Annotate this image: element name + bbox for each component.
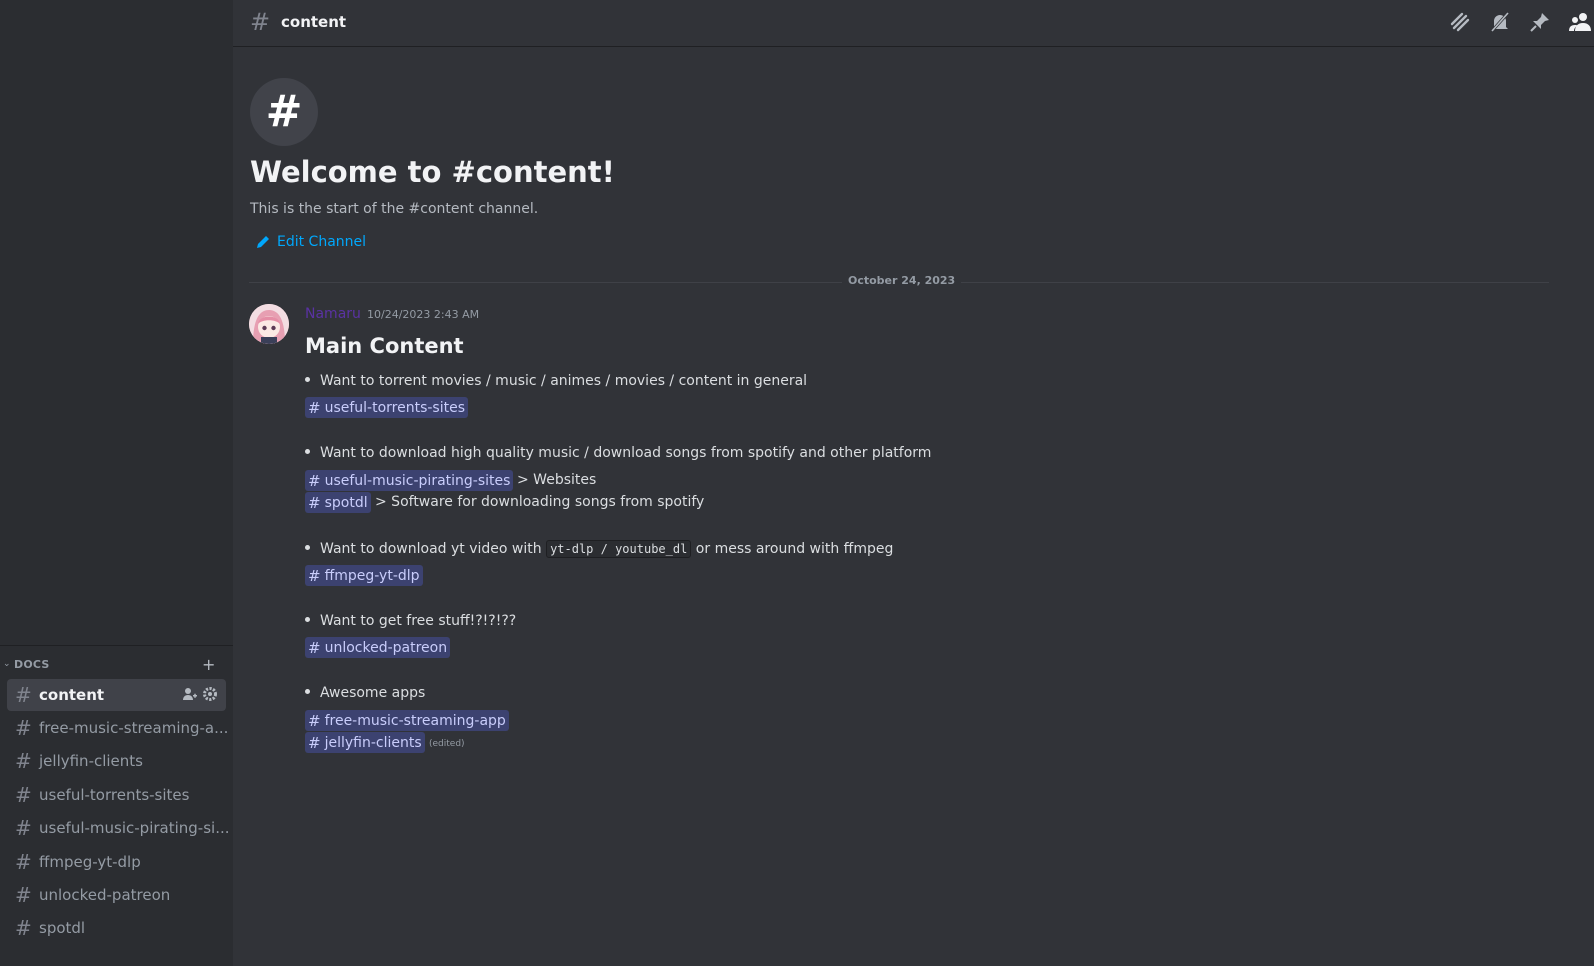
- list-item: Want to torrent movies / music / animes …: [305, 373, 807, 389]
- edit-channel-label: Edit Channel: [277, 234, 367, 250]
- pencil-icon: [255, 234, 271, 250]
- hash-icon: #: [308, 566, 321, 585]
- hash-icon: #: [15, 850, 32, 874]
- sidebar-empty-area: [0, 0, 233, 645]
- category-docs[interactable]: ⌄ DOCS +: [0, 656, 233, 676]
- list-item: Want to download yt video with yt-dlp / …: [305, 540, 893, 558]
- hash-icon: #: [15, 716, 32, 740]
- sidebar-divider: [0, 645, 233, 646]
- sidebar-channel-label: spotdl: [39, 919, 86, 937]
- hash-icon: #: [15, 883, 32, 907]
- hash-icon: #: [308, 493, 321, 512]
- channel-header: # content: [233, 0, 1594, 47]
- message-area: # Welcome to #content! This is the start…: [233, 48, 1594, 966]
- mention-label: useful-torrents-sites: [324, 399, 466, 416]
- sidebar-channel-label: useful-torrents-sites: [39, 786, 190, 804]
- welcome-title: Welcome to #content!: [250, 155, 615, 189]
- list-item-text: Awesome apps: [320, 685, 426, 701]
- edited-label: (edited): [429, 739, 465, 749]
- channel-mention-useful-music-pirating-sites[interactable]: # useful-music-pirating-sites: [305, 470, 514, 491]
- sidebar-channel-useful-torrents-sites[interactable]: # useful-torrents-sites: [7, 779, 226, 811]
- sidebar-channel-useful-music-pirating[interactable]: # useful-music-pirating-si...: [7, 812, 230, 844]
- list-item-text: Want to download yt video with: [320, 541, 542, 557]
- threads-icon[interactable]: [1448, 10, 1472, 34]
- list-item-text: Want to get free stuff!?!?!??: [320, 613, 517, 629]
- list-item-text: or mess around with ffmpeg: [695, 541, 894, 557]
- app-window: ⌄ DOCS + # content # free-music-streamin…: [0, 0, 1594, 966]
- mention-label: free-music-streaming-app: [324, 712, 506, 729]
- hash-icon: #: [308, 733, 321, 752]
- hash-icon: #: [308, 471, 321, 490]
- message-heading: Main Content: [305, 334, 464, 358]
- hash-icon: #: [15, 816, 32, 840]
- category-label: DOCS: [14, 658, 50, 671]
- welcome-subtitle: This is the start of the #content channe…: [250, 201, 539, 217]
- sidebar-channel-ffmpeg-yt-dlp[interactable]: # ffmpeg-yt-dlp: [7, 846, 226, 878]
- inline-code: yt-dlp / youtube_dl: [546, 540, 692, 558]
- mention-label: ffmpeg-yt-dlp: [324, 567, 420, 584]
- channel-mention-useful-torrents-sites[interactable]: # useful-torrents-sites: [305, 397, 469, 418]
- chevron-down-icon: ⌄: [3, 659, 11, 669]
- mention-description: > Websites: [517, 472, 597, 488]
- sidebar-channel-label: jellyfin-clients: [39, 752, 143, 770]
- add-channel-icon[interactable]: +: [202, 656, 215, 674]
- sidebar-channel-free-music-streaming[interactable]: # free-music-streaming-a...: [7, 712, 229, 744]
- hash-icon: #: [308, 398, 321, 417]
- list-item-text: Want to torrent movies / music / animes …: [320, 373, 808, 389]
- sidebar-channel-label: useful-music-pirating-si...: [39, 819, 230, 837]
- sidebar-channel-label: ffmpeg-yt-dlp: [39, 853, 141, 871]
- hash-icon: #: [15, 916, 32, 940]
- sidebar-channel-label: unlocked-patreon: [39, 886, 171, 904]
- mention-label: jellyfin-clients: [324, 734, 422, 751]
- list-item: Want to download high quality music / do…: [305, 445, 931, 461]
- date-divider-label: October 24, 2023: [842, 274, 962, 287]
- hash-icon: #: [308, 638, 321, 657]
- list-item: Want to get free stuff!?!?!??: [305, 613, 516, 629]
- sidebar-channel-content[interactable]: # content: [7, 679, 226, 711]
- hash-icon: #: [250, 8, 271, 36]
- hash-icon: #: [15, 683, 32, 707]
- avatar[interactable]: [249, 304, 289, 344]
- mention-label: unlocked-patreon: [324, 639, 448, 656]
- channel-mention-spotdl[interactable]: # spotdl: [305, 492, 371, 513]
- pin-icon[interactable]: [1528, 10, 1552, 34]
- member-list-icon[interactable]: [1568, 10, 1592, 34]
- hash-icon: #: [15, 749, 32, 773]
- sidebar-channel-jellyfin-clients[interactable]: # jellyfin-clients: [7, 745, 226, 777]
- message-author[interactable]: Namaru: [305, 306, 361, 322]
- mention-description: > Software for downloading songs from sp…: [375, 494, 705, 510]
- hash-icon: #: [308, 711, 321, 730]
- sidebar-channel-unlocked-patreon[interactable]: # unlocked-patreon: [7, 879, 226, 911]
- channel-title: content: [281, 13, 347, 31]
- channel-mention-ffmpeg-yt-dlp[interactable]: # ffmpeg-yt-dlp: [305, 565, 423, 586]
- sidebar-channel-label: free-music-streaming-a...: [39, 719, 229, 737]
- list-item: Awesome apps: [305, 685, 425, 701]
- sidebar-channel-spotdl[interactable]: # spotdl: [7, 912, 226, 944]
- channel-hash-icon: #: [250, 78, 318, 146]
- channel-sidebar: ⌄ DOCS + # content # free-music-streamin…: [0, 0, 233, 966]
- message-timestamp: 10/24/2023 2:43 AM: [367, 308, 480, 321]
- channel-mention-unlocked-patreon[interactable]: # unlocked-patreon: [305, 637, 451, 658]
- notification-muted-icon[interactable]: [1488, 10, 1512, 34]
- mention-label: useful-music-pirating-sites: [324, 472, 511, 489]
- channel-mention-free-music-streaming-app[interactable]: # free-music-streaming-app: [305, 710, 509, 731]
- list-item-text: Want to download high quality music / do…: [320, 445, 932, 461]
- channel-mention-jellyfin-clients[interactable]: # jellyfin-clients: [305, 732, 425, 753]
- gear-icon[interactable]: [202, 686, 218, 702]
- mention-label: spotdl: [324, 494, 368, 511]
- edit-channel-link[interactable]: Edit Channel: [255, 234, 366, 250]
- invite-icon[interactable]: [182, 686, 198, 702]
- sidebar-channel-label: content: [39, 686, 105, 704]
- hash-icon: #: [15, 783, 32, 807]
